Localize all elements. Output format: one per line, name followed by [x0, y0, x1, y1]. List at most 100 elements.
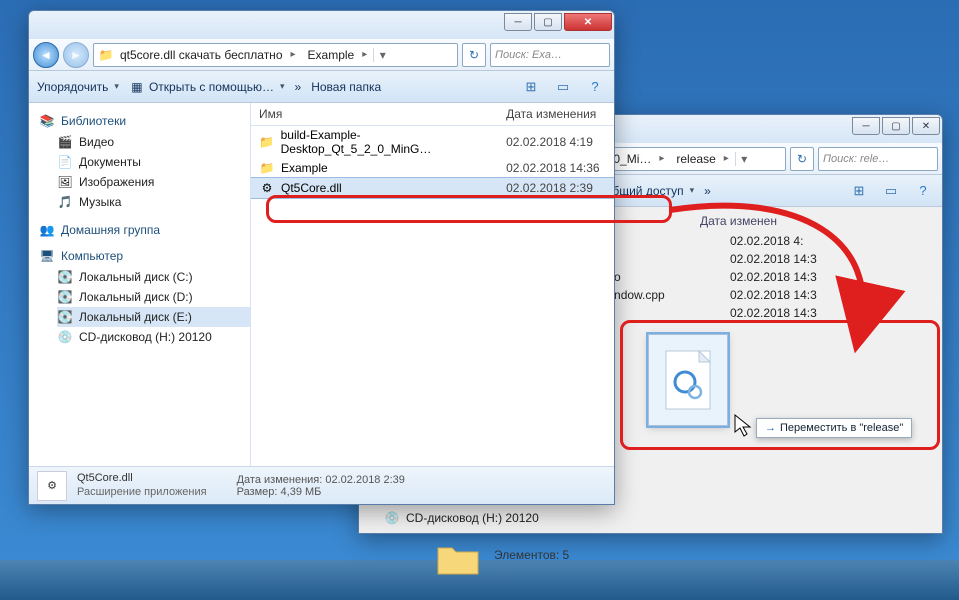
- sidebar-item-cd-drive-back[interactable]: 💿 CD-дисковод (H:) 20120: [384, 510, 539, 526]
- breadcrumb-seg[interactable]: release: [670, 152, 734, 166]
- sidebar-item-cd-drive[interactable]: 💿CD-дисковод (H:) 20120: [57, 327, 250, 347]
- file-row[interactable]: nainwindow.cpp02.02.2018 14:3: [580, 286, 817, 304]
- toolbar-label: Общий доступ: [603, 184, 684, 198]
- file-row[interactable]: 📁 Example 02.02.2018 14:36: [251, 158, 614, 178]
- app-icon: ▦: [129, 79, 145, 95]
- search-input-back[interactable]: Поиск: rele…: [818, 147, 938, 171]
- folder-icon: 📁: [259, 160, 275, 176]
- homegroup-icon: 👥: [39, 222, 55, 238]
- toolbar-more[interactable]: »: [704, 184, 711, 198]
- sidebar-item-drive-e[interactable]: 💽Локальный диск (E:): [57, 307, 250, 327]
- breadcrumb-dropdown[interactable]: ▾: [735, 152, 753, 166]
- column-header-name[interactable]: Имя: [251, 107, 506, 121]
- view-icons-button[interactable]: ⊞: [520, 76, 542, 98]
- move-arrow-icon: →: [765, 422, 776, 434]
- documents-icon: 📄: [57, 154, 73, 170]
- maximize-button[interactable]: ▢: [534, 13, 562, 31]
- column-header-date[interactable]: Дата изменения: [506, 107, 614, 121]
- help-button[interactable]: ?: [584, 76, 606, 98]
- file-row[interactable]: 02.02.2018 14:3: [580, 250, 817, 268]
- file-name: build-Example-Desktop_Qt_5_2_0_MinG…: [281, 128, 507, 156]
- details-filename: Qt5Core.dll: [77, 472, 207, 485]
- organize-button[interactable]: Упорядочить: [37, 80, 119, 94]
- sidebar-computer[interactable]: 🖥Компьютер: [39, 248, 250, 264]
- sidebar-item-pictures[interactable]: 🖼Изображения: [57, 172, 250, 192]
- file-row[interactable]: 📁 build-Example-Desktop_Qt_5_2_0_MinG… 02…: [251, 126, 614, 158]
- details-type: Расширение приложения: [77, 486, 207, 499]
- tooltip-text: Переместить в "release": [780, 422, 903, 434]
- sidebar-item-documents[interactable]: 📄Документы: [57, 152, 250, 172]
- explorer-body: 📚Библиотеки 🎬Видео 📄Документы 🖼Изображен…: [29, 103, 614, 466]
- cd-drive-icon: 💿: [57, 329, 73, 345]
- breadcrumb-seg[interactable]: Example: [302, 48, 374, 62]
- dll-icon: ⚙: [259, 180, 275, 196]
- titlebar-front: ─ ▢ ✕: [29, 11, 614, 39]
- view-icons-button[interactable]: ⊞: [848, 180, 870, 202]
- sidebar-item-drive-d[interactable]: 💽Локальный диск (D:): [57, 287, 250, 307]
- cd-drive-icon: 💿: [384, 510, 400, 526]
- toolbar-label: Открыть с помощью…: [149, 80, 274, 94]
- file-date: 02.02.2018 4:19: [506, 135, 614, 149]
- back-button[interactable]: ◄: [33, 42, 59, 68]
- file-row-selected[interactable]: ⚙ Qt5Core.dll 02.02.2018 2:39: [251, 178, 614, 198]
- open-with-button[interactable]: ▦ Открыть с помощью…: [129, 79, 285, 95]
- file-date: 02.02.2018 2:39: [506, 181, 614, 195]
- file-row[interactable]: 02.02.2018 14:3: [580, 304, 817, 322]
- breadcrumb-front[interactable]: 📁 qt5core.dll скачать бесплатно Example …: [93, 43, 458, 67]
- dll-drag-icon: [665, 350, 711, 410]
- column-header-date[interactable]: Дата изменен: [700, 214, 777, 228]
- details-pane: ⚙ Qt5Core.dll Расширение приложения Дата…: [29, 466, 614, 504]
- breadcrumb-seg[interactable]: qt5core.dll скачать бесплатно: [114, 48, 302, 62]
- video-icon: 🎬: [57, 134, 73, 150]
- close-button[interactable]: ✕: [564, 13, 612, 31]
- refresh-button[interactable]: ↻: [790, 147, 814, 171]
- sidebar-item-video[interactable]: 🎬Видео: [57, 132, 250, 152]
- drag-tooltip: → Переместить в "release": [756, 418, 912, 438]
- drag-ghost-file: [648, 334, 728, 426]
- file-name: Qt5Core.dll: [281, 181, 342, 195]
- folder-icon: 📁: [259, 134, 275, 150]
- breadcrumb-back[interactable]: 2_0_Mi… release ▾: [593, 147, 786, 171]
- file-list-front: Имя Дата изменения 📁 build-Example-Deskto…: [251, 103, 614, 466]
- help-button[interactable]: ?: [912, 180, 934, 202]
- music-icon: 🎵: [57, 194, 73, 210]
- file-date: 02.02.2018 14:36: [506, 161, 614, 175]
- file-name: Example: [281, 161, 328, 175]
- close-button[interactable]: ✕: [912, 117, 940, 135]
- column-headers: Имя Дата изменения: [251, 103, 614, 126]
- new-folder-button[interactable]: Новая папка: [311, 80, 381, 94]
- share-button[interactable]: Общий доступ: [603, 184, 694, 198]
- maximize-button[interactable]: ▢: [882, 117, 910, 135]
- address-bar-front: ◄ ► 📁 qt5core.dll скачать бесплатно Exam…: [29, 39, 614, 71]
- computer-icon: 🖥: [39, 248, 55, 264]
- breadcrumb-dropdown[interactable]: ▾: [373, 48, 391, 62]
- sidebar-libraries[interactable]: 📚Библиотеки: [39, 113, 250, 129]
- sidebar-item-drive-c[interactable]: 💽Локальный диск (C:): [57, 267, 250, 287]
- libraries-icon: 📚: [39, 113, 55, 129]
- details-date-label: Дата изменения:: [237, 474, 323, 486]
- toolbar-front: Упорядочить ▦ Открыть с помощью… » Новая …: [29, 71, 614, 103]
- dll-large-icon: ⚙: [37, 471, 67, 501]
- elements-count-label: Элементов: 5: [494, 548, 569, 562]
- forward-button[interactable]: ►: [63, 42, 89, 68]
- file-row[interactable]: indow.o02.02.2018 14:3: [580, 268, 817, 286]
- refresh-button[interactable]: ↻: [462, 43, 486, 67]
- file-row[interactable]: le.exe02.02.2018 4:: [580, 232, 817, 250]
- preview-pane-button[interactable]: ▭: [552, 76, 574, 98]
- toolbar-more[interactable]: »: [295, 80, 302, 94]
- file-list-back: Дата изменен le.exe02.02.2018 4: 02.02.2…: [580, 210, 817, 322]
- minimize-button[interactable]: ─: [504, 13, 532, 31]
- sidebar-item-music[interactable]: 🎵Музыка: [57, 192, 250, 212]
- details-date-value: 02.02.2018 2:39: [325, 474, 405, 486]
- drive-icon: 💽: [57, 289, 73, 305]
- sidebar-front: 📚Библиотеки 🎬Видео 📄Документы 🖼Изображен…: [29, 103, 251, 466]
- drive-icon: 💽: [57, 309, 73, 325]
- preview-pane-button[interactable]: ▭: [880, 180, 902, 202]
- explorer-window-front: ─ ▢ ✕ ◄ ► 📁 qt5core.dll скачать бесплатн…: [28, 10, 615, 505]
- search-input-front[interactable]: Поиск: Exa…: [490, 43, 610, 67]
- folder-icon: 📁: [98, 47, 114, 63]
- drive-icon: 💽: [57, 269, 73, 285]
- sidebar-homegroup[interactable]: 👥Домашняя группа: [39, 222, 250, 238]
- minimize-button[interactable]: ─: [852, 117, 880, 135]
- pictures-icon: 🖼: [57, 174, 73, 190]
